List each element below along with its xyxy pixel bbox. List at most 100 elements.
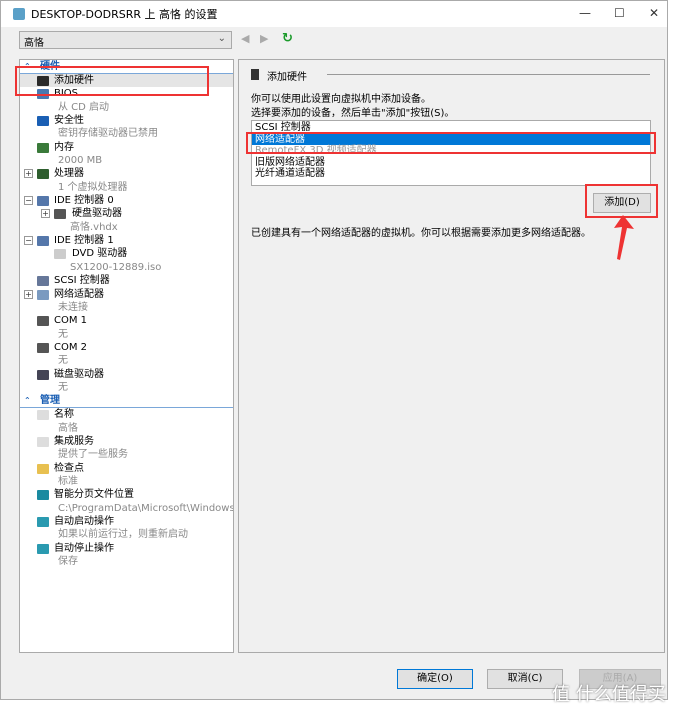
scsi-controller-icon xyxy=(37,276,49,287)
processor-icon xyxy=(37,169,49,180)
annotation-box xyxy=(15,66,209,96)
tree-item-label: 自动启动操作 xyxy=(54,516,114,527)
tree-item-label: 安全性 xyxy=(54,115,84,127)
tree-item-detail: 高恪 xyxy=(58,422,78,434)
title-bar: DESKTOP-DODRSRR 上 高恪 的设置 — ☐ ✕ xyxy=(1,1,667,27)
collapse-icon: ⌃ xyxy=(24,396,31,406)
tree-item-detail: 无 xyxy=(58,381,68,393)
section-label: 管理 xyxy=(40,395,60,407)
network-adapter-icon xyxy=(37,289,49,300)
integration-services-icon xyxy=(37,436,49,447)
memory-icon xyxy=(37,142,49,153)
tree-item[interactable]: DVD 驱动器 xyxy=(20,247,233,260)
tree-item-detail: 从 CD 启动 xyxy=(58,101,110,113)
tree-item-label: 硬盘驱动器 xyxy=(72,208,122,220)
section-management[interactable]: ⌃ 管理 xyxy=(20,394,233,409)
tree-item[interactable]: 智能分页文件位置 xyxy=(20,488,233,501)
tree-item[interactable]: 自动启动操作 xyxy=(20,515,233,528)
tree-item[interactable]: 内存 xyxy=(20,141,233,154)
add-hardware-icon xyxy=(251,69,259,80)
tree-item-label: 网络适配器 xyxy=(54,288,104,300)
tree-item-detail: SX1200-12889.iso xyxy=(70,261,162,273)
divider xyxy=(327,74,650,75)
window-title: DESKTOP-DODRSRR 上 高恪 的设置 xyxy=(31,8,218,21)
vm-select[interactable]: 高恪 ⌄ xyxy=(19,31,232,49)
expand-icon[interactable]: + xyxy=(24,169,33,179)
tree-item-detail: 如果以前运行过，则重新启动 xyxy=(58,529,188,541)
tree-item-label: 处理器 xyxy=(54,168,84,180)
tree-item-label: 名称 xyxy=(54,409,74,421)
annotation-box xyxy=(246,132,656,154)
expand-icon[interactable]: + xyxy=(41,209,50,219)
ide-controller-icon xyxy=(37,196,49,207)
collapse-icon[interactable]: − xyxy=(24,196,33,206)
tree-item[interactable]: 名称 xyxy=(20,408,233,421)
auto-start-icon xyxy=(37,517,49,527)
tree-item[interactable]: COM 2 xyxy=(20,341,233,354)
tree-item[interactable]: 集成服务 xyxy=(20,435,233,448)
note-text: 已创建具有一个网络适配器的虚拟机。你可以根据需要添加更多网络适配器。 xyxy=(251,228,591,239)
checkpoint-icon xyxy=(37,463,49,474)
tree-item-label: COM 1 xyxy=(54,315,88,327)
tree-item[interactable]: SCSI 控制器 xyxy=(20,274,233,287)
tree-item-label: 智能分页文件位置 xyxy=(54,489,134,501)
tree-item[interactable]: 安全性 xyxy=(20,114,233,127)
settings-app-icon xyxy=(13,8,25,20)
minimize-button[interactable]: — xyxy=(579,6,591,20)
paging-file-icon xyxy=(37,490,49,501)
close-button[interactable]: ✕ xyxy=(649,6,659,20)
floppy-icon xyxy=(37,369,49,380)
tree-item-label: IDE 控制器 1 xyxy=(54,235,114,247)
annotation-arrow xyxy=(614,215,634,260)
tree-item-detail: 高恪.vhdx xyxy=(70,221,118,233)
tree-item-label: 内存 xyxy=(54,141,74,153)
group-title: 添加硬件 xyxy=(267,72,307,83)
tree-item-label: 集成服务 xyxy=(54,435,94,447)
tree-item[interactable]: − IDE 控制器 1 xyxy=(20,234,233,247)
tree-item-label: 检查点 xyxy=(54,462,84,474)
vm-select-value: 高恪 xyxy=(24,38,44,49)
annotation-box xyxy=(585,184,658,218)
watermark: 值 什么值得买 xyxy=(552,684,666,705)
instruction-text: 选择要添加的设备，然后单击"添加"按钮(S)。 xyxy=(251,108,455,119)
device-option[interactable]: 旧版网络适配器 xyxy=(252,157,650,169)
tree-item[interactable]: − IDE 控制器 0 xyxy=(20,194,233,207)
tree-item-detail: C:\ProgramData\Microsoft\Windows\Hyper-V xyxy=(58,502,234,514)
shield-icon xyxy=(37,116,49,127)
dvd-icon xyxy=(54,249,66,260)
tree-item-detail: 无 xyxy=(58,328,68,340)
maximize-button[interactable]: ☐ xyxy=(614,6,625,20)
auto-stop-icon xyxy=(37,543,49,554)
ok-button[interactable]: 确定(O) xyxy=(397,669,473,689)
com-port-icon xyxy=(37,342,49,353)
tree-item[interactable]: 磁盘驱动器 xyxy=(20,368,233,381)
tree-item-label: IDE 控制器 0 xyxy=(54,195,114,207)
tree-item-label: 磁盘驱动器 xyxy=(54,368,104,380)
tree-item[interactable]: COM 1 xyxy=(20,314,233,327)
back-button[interactable]: ◀ xyxy=(241,32,249,45)
tree-item[interactable]: 自动停止操作 xyxy=(20,542,233,555)
intro-text: 你可以使用此设置向虚拟机中添加设备。 xyxy=(251,94,431,105)
collapse-icon[interactable]: − xyxy=(24,236,33,246)
ide-controller-icon xyxy=(37,236,49,247)
tree-item[interactable]: 检查点 xyxy=(20,462,233,475)
tree-item[interactable]: + 网络适配器 xyxy=(20,288,233,301)
toolbar: 高恪 ⌄ ◀ ▶ ↻ xyxy=(19,31,667,49)
tree-item-detail: 未连接 xyxy=(58,301,88,313)
hard-drive-icon xyxy=(54,209,66,220)
settings-tree: ⌃ 硬件 添加硬件 BIOS 从 CD 启动 安全性 密钥存储驱动器已禁用 内存 2000 M… xyxy=(19,59,234,653)
tree-item[interactable]: + 硬盘驱动器 xyxy=(20,207,233,220)
tree-item-detail: 标准 xyxy=(58,475,78,487)
expand-icon[interactable]: + xyxy=(24,289,33,299)
tree-item-label: 自动停止操作 xyxy=(54,542,114,554)
tree-item-detail: 提供了一些服务 xyxy=(58,449,128,461)
tree-item-detail: 保存 xyxy=(58,556,78,568)
tree-item-detail: 无 xyxy=(58,355,68,367)
tree-item-label: DVD 驱动器 xyxy=(72,248,128,260)
forward-button[interactable]: ▶ xyxy=(260,32,268,45)
tree-item[interactable]: + 处理器 xyxy=(20,167,233,180)
device-option[interactable]: 光纤通道适配器 xyxy=(252,168,650,180)
com-port-icon xyxy=(37,316,49,327)
name-icon xyxy=(37,410,49,421)
refresh-icon[interactable]: ↻ xyxy=(282,31,293,46)
